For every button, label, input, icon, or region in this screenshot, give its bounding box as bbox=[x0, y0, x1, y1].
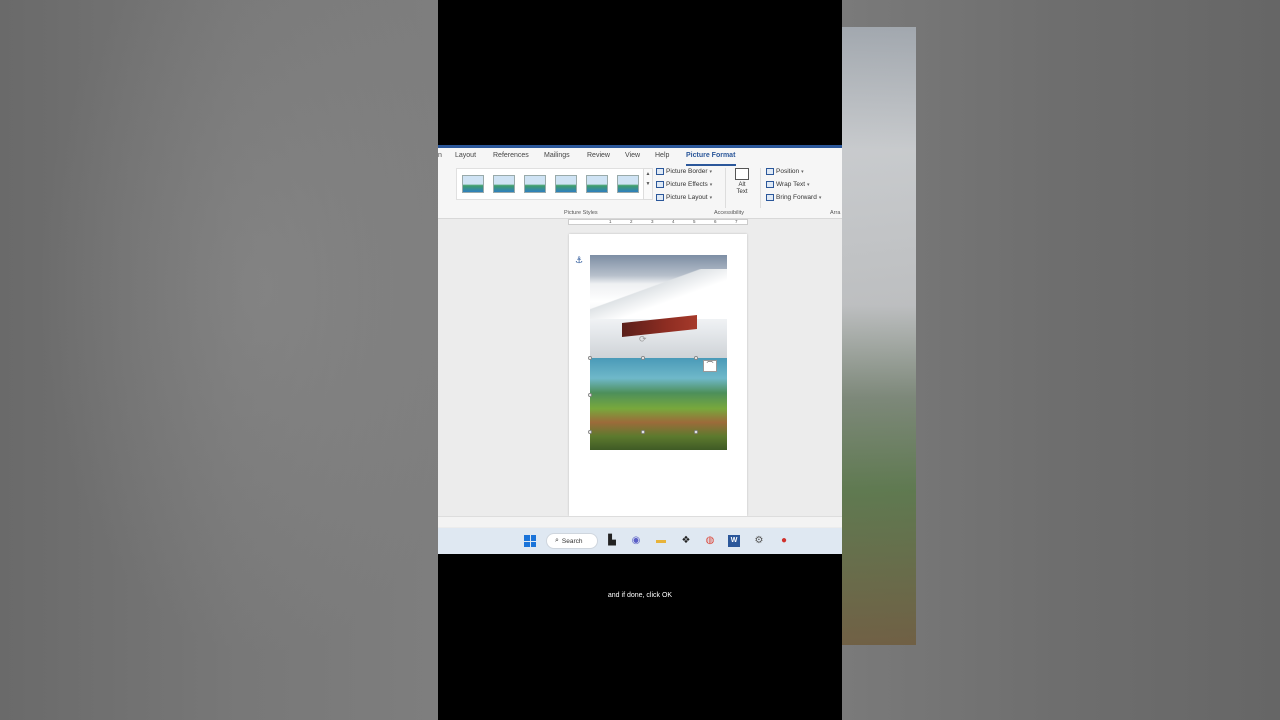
tab-home-partial[interactable]: n bbox=[438, 152, 442, 159]
chevron-down-icon: ▼ bbox=[645, 181, 651, 187]
effects-icon bbox=[656, 181, 664, 188]
word-window: n Layout References Mailings Review View… bbox=[438, 145, 842, 554]
video-frame: n Layout References Mailings Review View… bbox=[438, 0, 842, 720]
video-caption: and if done, click OK bbox=[607, 592, 673, 599]
picture-layout-button[interactable]: Picture Layout ▾ bbox=[656, 194, 712, 201]
tab-references[interactable]: References bbox=[493, 152, 529, 159]
divider bbox=[725, 168, 726, 208]
tab-review[interactable]: Review bbox=[587, 152, 610, 159]
tab-help[interactable]: Help bbox=[655, 152, 669, 159]
resize-handle[interactable] bbox=[588, 430, 592, 434]
gallery-more-button[interactable]: ▲ ▼ bbox=[643, 168, 653, 200]
settings-icon[interactable]: ⚙ bbox=[753, 535, 765, 547]
chevron-down-icon: ▾ bbox=[709, 168, 713, 175]
picture-styles-label: Picture Styles bbox=[564, 210, 598, 216]
tab-layout[interactable]: Layout bbox=[455, 152, 476, 159]
ruler-number: 3 bbox=[651, 219, 654, 224]
chrome-icon[interactable]: ◍ bbox=[704, 535, 716, 547]
alt-text-icon bbox=[735, 168, 749, 180]
status-bar bbox=[438, 516, 842, 527]
picture-style-thumb[interactable] bbox=[524, 175, 546, 193]
picture-style-thumb[interactable] bbox=[555, 175, 577, 193]
dropbox-icon[interactable]: ❖ bbox=[680, 535, 692, 547]
resize-handle[interactable] bbox=[588, 393, 592, 397]
record-icon[interactable]: ● bbox=[778, 535, 790, 547]
arrange-label: Arra bbox=[830, 210, 841, 216]
resize-handle[interactable] bbox=[694, 430, 698, 434]
ruler-number: 1 bbox=[609, 219, 612, 224]
divider bbox=[760, 168, 761, 208]
ruler-number: 7 bbox=[735, 219, 738, 224]
horizontal-ruler[interactable]: 1 2 3 4 5 6 7 bbox=[568, 219, 748, 225]
teams-icon[interactable]: ◉ bbox=[630, 535, 642, 547]
windows-icon[interactable] bbox=[524, 535, 536, 547]
ruler-number: 5 bbox=[693, 219, 696, 224]
chevron-up-icon: ▲ bbox=[645, 171, 651, 177]
chevron-down-icon: ▾ bbox=[801, 168, 804, 175]
anchor-icon: ⚓ bbox=[575, 255, 584, 265]
position-button[interactable]: Position ▾ bbox=[766, 168, 804, 175]
snow-mountain bbox=[590, 269, 727, 319]
tab-view[interactable]: View bbox=[625, 152, 640, 159]
accessibility-label: Accessibility bbox=[714, 210, 744, 216]
picture-style-thumb[interactable] bbox=[617, 175, 639, 193]
blurred-background-left bbox=[0, 0, 438, 720]
chevron-down-icon: ▾ bbox=[709, 194, 713, 201]
layout-options-icon: ⌒ bbox=[706, 362, 714, 369]
word-icon[interactable]: W bbox=[728, 535, 740, 547]
ribbon: n Layout References Mailings Review View… bbox=[438, 148, 842, 219]
taskbar-search[interactable]: ⌕ Search bbox=[546, 533, 598, 549]
ruler-number: 2 bbox=[630, 219, 633, 224]
picture-border-button[interactable]: Picture Border ▾ bbox=[656, 168, 712, 175]
ruler-number: 4 bbox=[672, 219, 675, 224]
tab-picture-format[interactable]: Picture Format bbox=[686, 152, 735, 159]
resize-handle[interactable] bbox=[641, 356, 645, 360]
chevron-down-icon: ▾ bbox=[818, 194, 822, 201]
picture-style-thumb[interactable] bbox=[493, 175, 515, 193]
alt-text-button[interactable]: Alt Text bbox=[730, 168, 754, 208]
wrap-text-icon bbox=[766, 181, 774, 188]
blurred-ghost bbox=[0, 0, 438, 720]
task-view-icon[interactable]: ▙ bbox=[606, 535, 618, 547]
blurred-background-right bbox=[842, 0, 1280, 720]
train-picture[interactable] bbox=[590, 255, 727, 358]
ribbon-tabs: n Layout References Mailings Review View… bbox=[438, 150, 842, 166]
blurred-picture bbox=[842, 27, 916, 645]
taskbar: ⌕ Search ▙ ◉ ▬ ❖ ◍ W ⚙ ● bbox=[438, 528, 842, 554]
picture-styles-gallery bbox=[456, 168, 644, 200]
border-icon bbox=[656, 168, 664, 175]
active-tab-indicator bbox=[686, 164, 736, 166]
rotate-handle-icon[interactable]: ⟳ bbox=[639, 334, 647, 345]
resize-handle[interactable] bbox=[694, 356, 698, 360]
resize-handle[interactable] bbox=[588, 356, 592, 360]
resize-handle[interactable] bbox=[641, 430, 645, 434]
chevron-down-icon: ▾ bbox=[807, 181, 810, 188]
document-page[interactable]: ⚓ ⟳ ⌒ bbox=[569, 234, 747, 516]
bring-forward-button[interactable]: Bring Forward ▾ bbox=[766, 194, 821, 201]
picture-style-thumb[interactable] bbox=[462, 175, 484, 193]
file-explorer-icon[interactable]: ▬ bbox=[655, 535, 667, 547]
layout-options-button[interactable]: ⌒ bbox=[703, 360, 717, 372]
search-icon: ⌕ bbox=[555, 537, 559, 544]
bring-forward-icon bbox=[766, 194, 774, 201]
position-icon bbox=[766, 168, 774, 175]
picture-style-thumb[interactable] bbox=[586, 175, 608, 193]
picture-effects-button[interactable]: Picture Effects ▾ bbox=[656, 181, 712, 188]
ruler-number: 6 bbox=[714, 219, 717, 224]
chevron-down-icon: ▾ bbox=[709, 181, 713, 188]
layout-icon bbox=[656, 194, 664, 201]
tab-mailings[interactable]: Mailings bbox=[544, 152, 570, 159]
wrap-text-button[interactable]: Wrap Text ▾ bbox=[766, 181, 810, 188]
